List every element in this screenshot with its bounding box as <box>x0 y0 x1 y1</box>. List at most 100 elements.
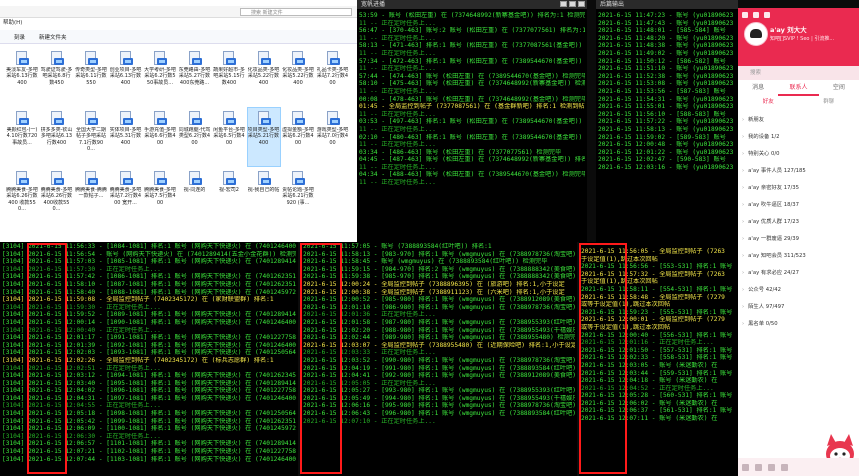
console-window-output[interactable]: 后篇输出 2021-6-15 11:47:23 - 账号 (yu01890623… <box>596 0 738 244</box>
contact-search-input[interactable]: 搜索 <box>738 66 859 80</box>
file-item[interactable]: 视-宏司2 <box>213 168 245 226</box>
console-line: 2021-6-15 11:57:22 - 账号 (yu01890623 <box>598 118 734 126</box>
menu-icon[interactable] <box>742 463 749 471</box>
contact-group[interactable]: a'ay 知吧会员 311/523 <box>742 248 859 265</box>
file-item[interactable]: 驾驶证驾驶-多吧采站6.8行数450 <box>41 48 73 106</box>
file-label: 化妆品类-多吧采站5.22行数400 <box>282 67 314 86</box>
console-line: 2021-6-15 12:00:38 - 全局监控到帖子 (7388911123… <box>303 288 565 296</box>
file-item[interactable]: 化妆品类-多吧采站5.22行数400 <box>248 48 280 106</box>
console-line: 01:45 - 全局监控到帖子 (7377087561) 在 (基金群新吧) 排… <box>359 103 585 111</box>
file-item[interactable]: 腾腾美食-多吧采站6.26行数400 收款550... <box>6 168 38 226</box>
document-file-icon <box>290 170 306 186</box>
menu-help[interactable]: 帮助(H) <box>0 18 357 28</box>
file-item[interactable]: 创业项目-多吧采站6.13行数400 <box>110 48 142 106</box>
file-item[interactable]: 视-同连的 <box>179 168 211 226</box>
console-window-middle[interactable]: 2021-6-15 11:57:05 - 账号 (7388893584(红叶吧)… <box>301 242 577 476</box>
document-file-icon <box>14 170 30 186</box>
mail-icon[interactable] <box>753 12 759 18</box>
burn-button[interactable]: 刻录 <box>14 33 25 41</box>
contact-group[interactable]: a'ay 事件人员 127/185 <box>742 163 859 180</box>
console-line: 57:34 - [472-463] 排名:1 账号 (松田左重) 在 (7389… <box>359 57 585 65</box>
file-item[interactable]: 实体项目-多吧采站5.31行数400 <box>110 108 142 166</box>
profile-header: a'ay 刘大大 知吧[]SVIP ! Seo | 引流推... <box>738 8 859 66</box>
console-line: 2021-6-15 12:02:20 - [988-980] 排名:1 账号 (… <box>303 326 575 334</box>
contact-group[interactable]: 公众号 42/42 <box>742 282 859 299</box>
file-item[interactable]: 传奇类型-多吧采站6.11行数550 <box>75 48 107 106</box>
file-item[interactable]: 礼品卡类-多吧采站7.2行数400 <box>317 48 349 106</box>
file-item[interactable]: 腾腾美食-多吧采站7.5行数400 <box>144 168 176 226</box>
contact-group[interactable]: a'ay 一群废逼 29/39 <box>742 231 859 248</box>
contact-group[interactable]: a'ay 优质人群 17/23 <box>742 214 859 231</box>
search-input[interactable]: 搜索 新建文件 <box>240 8 352 16</box>
file-item[interactable]: 项目类型-多吧采站5.21行数400 <box>246 107 281 167</box>
file-label: 同城跑腿-代驾类型6.2行数400 <box>178 127 211 146</box>
file-label: 视-同连的 <box>183 187 206 193</box>
contact-group[interactable]: a'ay 有求必应 24/27 <box>742 265 859 282</box>
file-label: 腾腾美食-多吧采站7.5行数400 <box>144 187 176 206</box>
new-folder-button[interactable]: 新建文件夹 <box>39 33 67 41</box>
file-label: 蔬果好超市-多吧采站5.15行数400 <box>213 67 245 86</box>
contact-group[interactable]: 特别关心 0/0 <box>742 146 859 163</box>
tab-contacts[interactable]: 联系人 <box>778 80 819 96</box>
maximize-icon[interactable] <box>569 1 576 7</box>
console-line: 02:10 - [480-463] 排名:1 账号 (松田左重) 在 (7389… <box>359 133 585 141</box>
contact-group[interactable]: 我的设备 1/2 <box>742 129 859 146</box>
file-item[interactable]: 美淡车友-多吧采站6.13行数400 <box>6 48 38 106</box>
file-item[interactable]: 东莞路由-多吧采站5.27行数400东莞路... <box>179 48 211 106</box>
avatar[interactable] <box>744 22 768 46</box>
console-line: 2021-6-15 12:04:19 - [991-980] 排名:1 账号 (… <box>303 364 575 372</box>
contact-group[interactable]: 黑名单 0/50 <box>742 316 859 333</box>
file-item[interactable]: 蔬果好超市-多吧采站5.15行数400 <box>213 48 245 106</box>
file-label: 视-宏司2 <box>219 187 239 193</box>
console-line: 2021-6-15 11:58:13 - 账号 (yu01890623 <box>598 125 734 133</box>
contacts-icon[interactable] <box>755 463 762 471</box>
contact-group[interactable]: 陌生人 97/497 <box>742 299 859 316</box>
file-item[interactable]: 腾腾美食-多吧采站7.2行数400 宽开... <box>110 168 142 226</box>
file-item[interactable]: 腾腾美食-腾腾一款帖子... <box>75 168 107 226</box>
user-signature[interactable]: 知吧[]SVIP ! Seo | 引流推... <box>770 35 856 42</box>
file-label: 虚拟金额-多吧采站6.2行数400 <box>282 127 314 146</box>
tab-friends[interactable]: 好友 <box>738 96 799 108</box>
document-file-icon <box>325 110 341 126</box>
file-item[interactable]: 闲鱼平台-多吧采站6.5行数400 <box>213 108 245 166</box>
file-item[interactable]: 游戏类型-多吧采站7.0行数400 <box>317 108 349 166</box>
file-item[interactable]: 全国大学二期帖子多吧采站7.1行数900... <box>75 108 107 166</box>
console-line: 2021-6-15 12:04:41 - [992-980] 排名:1 账号 (… <box>303 372 575 380</box>
file-item[interactable]: 拼多多类-钦山多吧采站6.13行数400 <box>41 108 73 166</box>
apps-icon[interactable] <box>768 463 775 471</box>
contact-group[interactable]: a'ay 吹牛逼区 18/37 <box>742 197 859 214</box>
file-item[interactable]: 手游充值-多吧采站6.6行数400 <box>144 108 176 166</box>
document-file-icon <box>290 110 306 126</box>
contact-subtabs: 好友 群聊 <box>738 96 859 108</box>
tab-space[interactable]: 空间 <box>819 80 859 96</box>
console-window-monitor[interactable]: 宽帆进播 53:59 - 账号 (松田左重) 在 (7374648992(新寨基… <box>357 0 587 242</box>
file-item[interactable]: 视-我自己的帖 <box>248 168 280 226</box>
file-item[interactable]: 贵帖论题-多吧采站6.21行数920 (事... <box>282 168 314 226</box>
file-label: 腾腾美食-腾腾一款帖子... <box>75 187 107 200</box>
minimize-icon[interactable] <box>560 1 567 7</box>
folder-icon[interactable] <box>781 463 788 471</box>
tab-messages[interactable]: 消息 <box>738 80 778 96</box>
document-file-icon <box>221 110 237 126</box>
file-explorer-window: 搜索 新建文件 帮助(H) 刻录 新建文件夹 美淡车友-多吧采站6.13行数40… <box>0 0 357 242</box>
console-line: 2021-6-15 12:05:05 - 正在定时任务上... <box>303 379 436 387</box>
skin-icon[interactable] <box>742 12 748 18</box>
file-item[interactable]: 腾腾美食-多吧采站6.26行数400收款550... <box>41 168 73 226</box>
contact-group[interactable]: a'ay 亲密好友 17/35 <box>742 180 859 197</box>
file-item[interactable]: 大学考研-多吧采站6.2行数550事故员... <box>144 48 176 106</box>
file-label: 大学考研-多吧采站6.2行数550事故员... <box>144 67 176 86</box>
file-item[interactable]: 同城跑腿-代驾类型6.2行数400 <box>179 108 211 166</box>
file-item[interactable]: 美颜红包-(一)4.10行数720事故员... <box>6 108 38 166</box>
file-item[interactable]: 化妆品类-多吧采站5.22行数400 <box>282 48 314 106</box>
console-line: 11 -- 正在定时任务上... <box>359 179 436 187</box>
weather-icon[interactable] <box>764 12 770 18</box>
file-item[interactable]: 虚拟金额-多吧采站6.2行数400 <box>282 108 314 166</box>
file-label: 驾驶证驾驶-多吧采站6.8行数450 <box>40 67 73 86</box>
console-line: 00:08 - [478-463] 账号 (松田左重) 在 (737464899… <box>359 95 585 103</box>
close-icon[interactable] <box>578 1 585 7</box>
console-line: 2021-6-15 11:58:13 - [983-970] 排名:1 账号 (… <box>303 250 575 258</box>
contact-group[interactable]: 新朋友 <box>742 112 859 129</box>
highlight-box <box>27 243 67 474</box>
tab-groups[interactable]: 群聊 <box>799 96 859 108</box>
console-line: 57:44 - [474-463] 账号 (松田左重) 在 (738954467… <box>359 72 585 80</box>
